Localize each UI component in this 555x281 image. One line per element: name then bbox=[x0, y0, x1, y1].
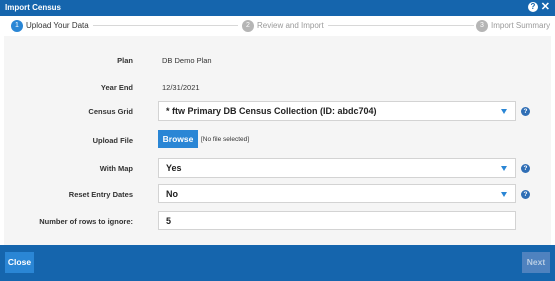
rows-to-ignore-input[interactable]: 5 bbox=[158, 211, 516, 230]
next-button[interactable]: Next bbox=[522, 252, 550, 273]
step-upload-your-data[interactable]: 1 Upload Your Data bbox=[11, 19, 93, 32]
step-connector bbox=[317, 25, 474, 26]
plan-label: Plan bbox=[117, 56, 133, 65]
step-label: Review and Import bbox=[257, 21, 324, 30]
with-map-select[interactable]: Yes bbox=[158, 158, 516, 178]
no-file-selected-text: [No file selected] bbox=[201, 136, 250, 143]
rows-to-ignore-value: 5 bbox=[166, 216, 172, 226]
close-button[interactable]: Close bbox=[5, 252, 34, 273]
step-label: Import Summary bbox=[491, 21, 551, 30]
step-review-and-import[interactable]: 2 Review and Import bbox=[242, 19, 328, 32]
census-grid-label: Census Grid bbox=[88, 107, 133, 116]
year-end-value: 12/31/2021 bbox=[162, 83, 200, 92]
step-import-summary[interactable]: 3 Import Summary bbox=[476, 19, 555, 32]
with-map-label: With Map bbox=[99, 164, 133, 173]
help-icon[interactable]: ? bbox=[521, 107, 530, 116]
plan-value: DB Demo Plan bbox=[162, 56, 212, 65]
form-panel: Plan DB Demo Plan Year End 12/31/2021 Ce… bbox=[4, 36, 551, 245]
step-label: Upload Your Data bbox=[26, 21, 89, 30]
dialog-title: Import Census bbox=[5, 3, 62, 12]
chevron-down-icon bbox=[501, 109, 507, 114]
reset-entry-dates-selected: No bbox=[166, 189, 178, 199]
census-grid-select[interactable]: * ftw Primary DB Census Collection (ID: … bbox=[158, 101, 516, 121]
help-icon[interactable]: ? bbox=[521, 190, 530, 199]
dialog-footer: Close Next bbox=[0, 245, 555, 281]
help-icon[interactable]: ? bbox=[521, 164, 530, 173]
chevron-down-icon bbox=[501, 192, 507, 197]
step-connector bbox=[88, 25, 238, 26]
wizard-steps: 1 Upload Your Data 2 Review and Import 3… bbox=[0, 16, 555, 36]
step-number: 2 bbox=[242, 19, 254, 32]
chevron-down-icon bbox=[501, 166, 507, 171]
with-map-selected: Yes bbox=[166, 163, 182, 173]
question-circle-icon[interactable]: ? bbox=[528, 2, 538, 12]
close-icon[interactable]: ✕ bbox=[541, 1, 550, 14]
browse-button[interactable]: Browse bbox=[158, 130, 198, 148]
step-number: 1 bbox=[11, 19, 23, 32]
reset-entry-dates-select[interactable]: No bbox=[158, 184, 516, 203]
dialog-titlebar: Import Census ? ✕ bbox=[0, 0, 555, 16]
census-grid-selected: * ftw Primary DB Census Collection (ID: … bbox=[166, 106, 377, 116]
rows-to-ignore-label: Number of rows to ignore: bbox=[39, 217, 133, 226]
upload-file-label: Upload File bbox=[92, 136, 133, 145]
year-end-label: Year End bbox=[100, 83, 133, 92]
step-number: 3 bbox=[476, 19, 488, 32]
reset-entry-dates-label: Reset Entry Dates bbox=[68, 190, 133, 199]
